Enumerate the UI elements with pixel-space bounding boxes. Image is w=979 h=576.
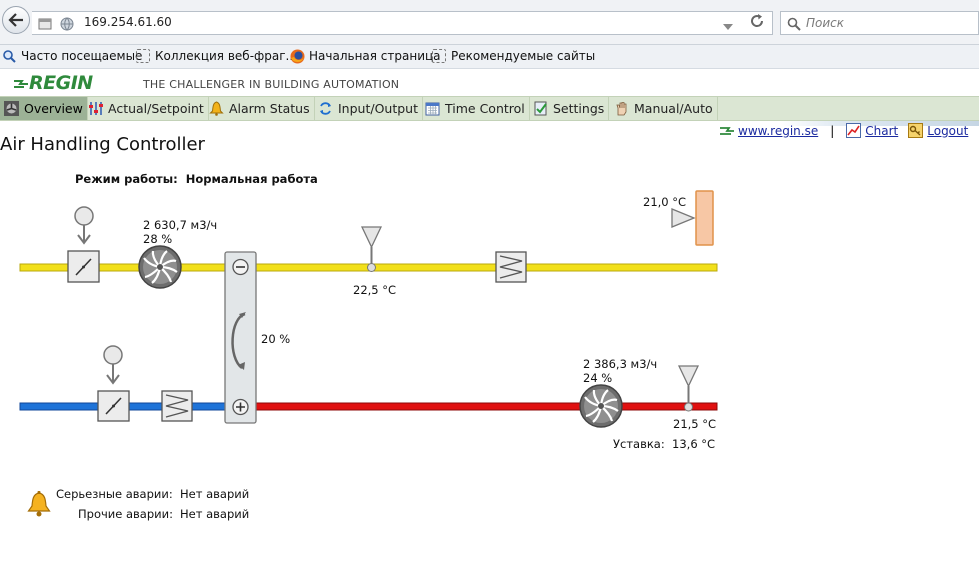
supply-duct [19, 263, 718, 272]
bookmark-label: Начальная страница [309, 49, 441, 63]
bookmark-label: Рекомендуемые сайты [451, 49, 596, 63]
serious-alarms-label: Серьезные аварии: [56, 487, 173, 501]
site-link-text[interactable]: www.regin.se [738, 124, 818, 138]
arrow-left-icon [8, 13, 23, 27]
hand-icon [614, 101, 629, 116]
search-folder-icon [2, 49, 16, 63]
exchanger-percent: 20 % [261, 332, 291, 346]
tab-label: Settings [553, 101, 605, 116]
bookmark-webslices[interactable]: Коллекция веб-фраг... [136, 49, 297, 63]
other-alarms-value: Нет аварий [180, 507, 250, 521]
tab-time-control[interactable]: Time Control [421, 97, 530, 120]
tagline: THE CHALLENGER IN BUILDING AUTOMATION [143, 78, 400, 91]
tab-label: Input/Output [338, 101, 418, 116]
setpoint-label: Уставка: [613, 437, 665, 451]
regin-logo: REGIN [14, 72, 93, 94]
fan-icon [4, 101, 19, 116]
extract-duct [255, 402, 718, 411]
setpoint-readout: Уставка: 13,6 °C [613, 437, 715, 451]
tab-settings[interactable]: Settings [529, 97, 610, 120]
outdoor-filter [161, 390, 193, 422]
exhaust-fan-flow: 2 386,3 м3/ч [583, 357, 658, 371]
setpoint-value: 13,6 °C [672, 437, 716, 451]
supply-fan-flow: 2 630,7 м3/ч [143, 218, 218, 232]
firefox-icon [290, 49, 305, 64]
arrows-icon [318, 101, 333, 116]
key-icon [908, 123, 924, 138]
supply-temp-sensor [360, 226, 383, 272]
tab-label: Actual/Setpoint [108, 101, 204, 116]
settings-icon [533, 101, 548, 116]
tab-label: Alarm Status [229, 101, 310, 116]
extract-temp-value: 21,5 °C [673, 417, 717, 431]
exhaust-fan [579, 384, 623, 428]
browser-toolbar: 169.254.61.60 Поиск [0, 0, 979, 45]
outdoor-damper [97, 345, 130, 422]
outdoor-duct [19, 402, 226, 411]
logout-link[interactable]: Logout [908, 123, 968, 138]
supply-heating-coil [495, 251, 527, 283]
bell-icon [209, 101, 224, 116]
supply-damper [67, 206, 100, 283]
address-bar[interactable]: 169.254.61.60 [32, 11, 773, 35]
tab-actual-setpoint[interactable]: Actual/Setpoint [84, 97, 209, 120]
mode-value: Нормальная работа [185, 172, 318, 186]
regin-mini-logo-icon [720, 126, 734, 135]
other-alarms-label: Прочие аварии: [78, 507, 173, 521]
tab-label: Time Control [445, 101, 525, 116]
page-icon [136, 49, 150, 63]
bookmark-label: Коллекция веб-фраг... [155, 49, 297, 63]
back-button[interactable] [2, 6, 30, 34]
page-title: Air Handling Controller [0, 134, 205, 155]
alarm-bell-icon [27, 491, 51, 522]
bookmark-frequent[interactable]: Часто посещаемые [2, 49, 142, 63]
rotary-heat-exchanger [224, 251, 257, 424]
chart-link[interactable]: Chart [846, 123, 898, 138]
page-icon [38, 16, 52, 35]
tab-alarm-status[interactable]: Alarm Status [205, 97, 315, 120]
bookmark-label: Часто посещаемые [21, 49, 143, 63]
operating-mode: Режим работы: Нормальная работа [75, 172, 318, 186]
room-temp-value: 21,0 °C [643, 195, 687, 209]
chevron-down-icon[interactable] [723, 16, 733, 35]
page-icon [432, 49, 446, 63]
link-separator: | [830, 123, 835, 138]
address-text: 169.254.61.60 [84, 15, 172, 29]
reload-icon[interactable] [749, 13, 765, 33]
extract-temp-sensor [677, 365, 700, 412]
globe-icon [60, 16, 74, 35]
site-link[interactable]: www.regin.se [720, 124, 818, 138]
supply-fan-percent: 28 % [143, 232, 173, 246]
exhaust-fan-percent: 24 % [583, 371, 613, 385]
sliders-icon [88, 101, 103, 116]
bookmark-recommended[interactable]: Рекомендуемые сайты [432, 49, 595, 63]
supply-temp-value: 22,5 °C [353, 283, 397, 297]
search-box[interactable]: Поиск [780, 11, 979, 35]
bookmark-home[interactable]: Начальная страница [290, 49, 441, 64]
bookmarks-bar: Часто посещаемые Коллекция веб-фраг... Н… [0, 45, 979, 69]
top-links: www.regin.se | Chart Logout [720, 123, 968, 138]
chart-icon [846, 123, 862, 138]
main-nav: Overview Actual/Setpoint Alarm Status In… [0, 96, 979, 121]
search-placeholder: Поиск [806, 16, 845, 30]
tab-label: Manual/Auto [634, 101, 713, 116]
search-icon [787, 16, 801, 35]
tab-input-output[interactable]: Input/Output [314, 97, 423, 120]
serious-alarms-value: Нет аварий [180, 487, 250, 501]
mode-label: Режим работы: [75, 172, 178, 186]
tab-label: Overview [24, 101, 83, 116]
chart-link-text[interactable]: Chart [865, 124, 898, 138]
calendar-icon [425, 101, 440, 116]
logout-link-text[interactable]: Logout [927, 124, 968, 138]
app-header: REGIN THE CHALLENGER IN BUILDING AUTOMAT… [0, 70, 979, 96]
supply-fan [138, 245, 182, 289]
tab-manual-auto[interactable]: Manual/Auto [610, 97, 718, 120]
tab-overview[interactable]: Overview [0, 97, 88, 120]
